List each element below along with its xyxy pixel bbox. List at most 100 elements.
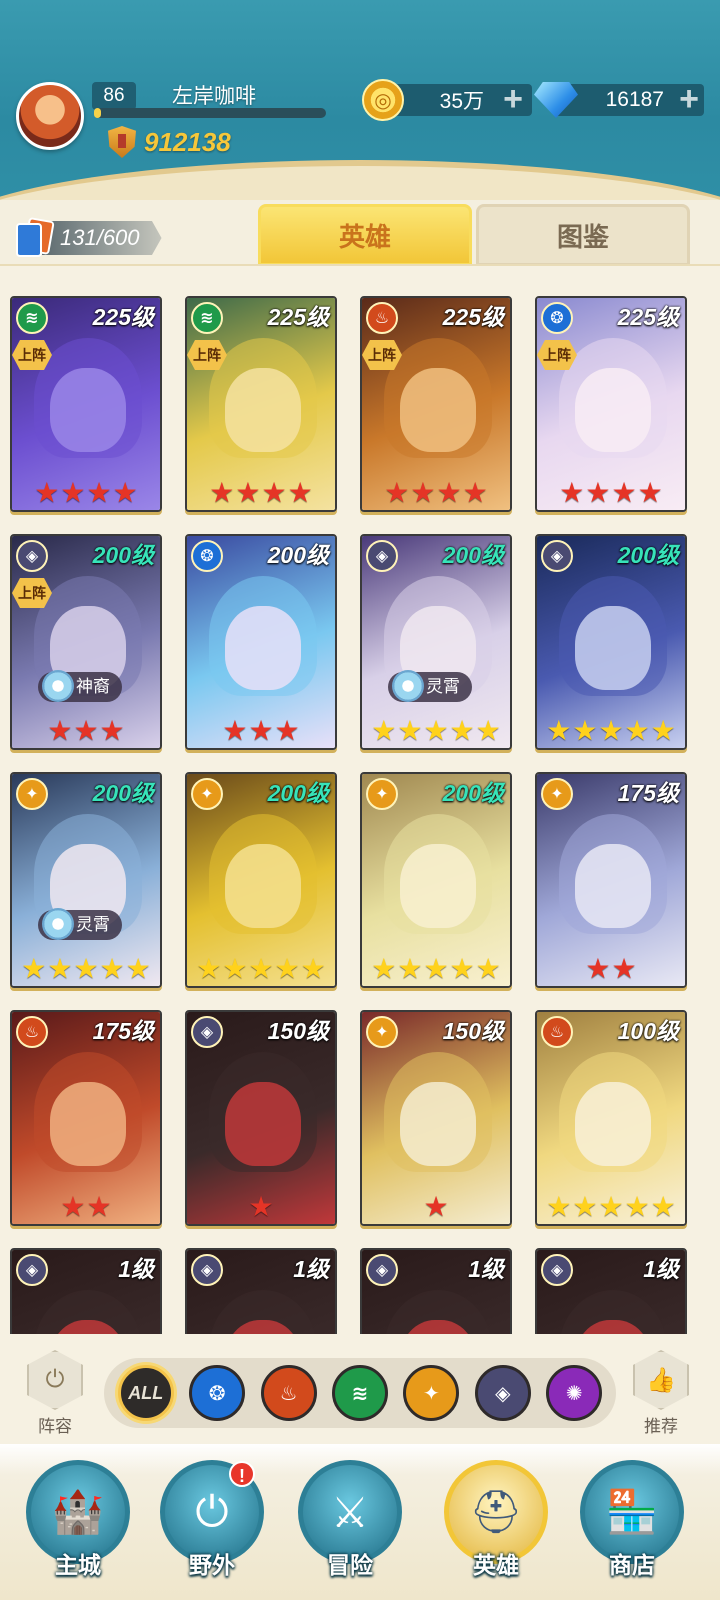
light-element-icon: ✦: [366, 778, 398, 810]
tab-heroes[interactable]: 英雄: [258, 204, 472, 266]
star-icon: ★: [598, 715, 624, 746]
star-icon: ★: [371, 715, 397, 746]
hero-card[interactable]: ◈ 200级 ★ ★ ★ ★ ★: [535, 534, 687, 750]
fire-element-icon: ♨: [16, 1016, 48, 1048]
nav-item-2[interactable]: ⚔ 冒险: [294, 1460, 406, 1600]
filter-arcane-icon[interactable]: ✺: [546, 1365, 603, 1421]
faction-icon: [42, 670, 74, 702]
tab-codex[interactable]: 图鉴: [476, 204, 690, 266]
hero-level: 1级: [293, 1256, 329, 1282]
hero-level: 150级: [267, 1018, 329, 1044]
hero-card[interactable]: ◈ 150级 ★: [185, 1010, 337, 1226]
hero-card[interactable]: ✦ 175级 ★ ★: [535, 772, 687, 988]
faction-label: 灵霄: [426, 677, 460, 696]
hero-card[interactable]: ♨ 100级 ★ ★ ★ ★ ★: [535, 1010, 687, 1226]
water-element-icon: ❂: [541, 302, 573, 334]
faction-label: 灵霄: [76, 915, 110, 934]
star-icon: ★: [248, 1191, 274, 1222]
star-icon: ★: [222, 953, 248, 984]
element-filters: ALL ❂ ♨ ≋ ✦ ◈ ✺: [104, 1358, 616, 1428]
hero-level: 200级: [442, 542, 504, 568]
star-rating: ★ ★ ★ ★: [187, 478, 335, 508]
hero-card[interactable]: ◈ 1级: [10, 1248, 162, 1334]
filter-dark-icon[interactable]: ◈: [474, 1365, 531, 1421]
star-icon: ★: [598, 1191, 624, 1222]
lineup-button[interactable]: ⏻ 阵容: [20, 1350, 90, 1442]
hero-level: 1级: [643, 1256, 679, 1282]
star-rating: ★: [362, 1192, 510, 1222]
star-icon: ★: [423, 1191, 449, 1222]
header: 86 左岸咖啡 912138 ◎ 35万 + 16187 +: [0, 0, 720, 200]
star-icon: ★: [371, 953, 397, 984]
add-gold-button[interactable]: +: [498, 82, 528, 116]
hero-card[interactable]: ≋ 225级 上阵 ★ ★ ★ ★: [10, 296, 162, 512]
star-icon: ★: [611, 477, 637, 508]
star-icon: ★: [73, 953, 99, 984]
light-element-icon: ✦: [16, 778, 48, 810]
faction-icon: [392, 670, 424, 702]
fire-element-icon: ♨: [366, 302, 398, 334]
star-rating: ★ ★ ★ ★ ★: [537, 716, 685, 746]
recommend-button[interactable]: 👍 推荐: [626, 1350, 696, 1442]
faction-badge: 灵霄: [388, 670, 472, 702]
nav-item-1[interactable]: ⏻! 野外: [156, 1460, 268, 1600]
light-element-icon: ✦: [541, 778, 573, 810]
thumbs-up-icon: 👍: [633, 1350, 689, 1410]
nav-item-3[interactable]: ⛑ 英雄: [440, 1460, 552, 1600]
star-icon: ★: [248, 953, 274, 984]
dark-element-icon: ◈: [16, 1254, 48, 1286]
cards-icon: [14, 217, 55, 259]
hero-card[interactable]: ◈ 1级: [535, 1248, 687, 1334]
player-avatar[interactable]: [16, 82, 84, 150]
star-icon: ★: [397, 953, 423, 984]
star-icon: ★: [86, 477, 112, 508]
filter-light-icon[interactable]: ✦: [403, 1365, 460, 1421]
hero-card[interactable]: ✦ 150级 ★: [360, 1010, 512, 1226]
star-icon: ★: [637, 477, 663, 508]
hero-card[interactable]: ◈ 1级: [360, 1248, 512, 1334]
star-icon: ★: [410, 477, 436, 508]
deployed-badge: 上阵: [12, 340, 52, 370]
diamond-value: 16187: [605, 88, 664, 111]
hero-card[interactable]: ❂ 200级 ★ ★ ★: [185, 534, 337, 750]
hero-level: 200级: [442, 780, 504, 806]
star-icon: ★: [462, 477, 488, 508]
hero-card[interactable]: ♨ 175级 ★ ★: [10, 1010, 162, 1226]
star-icon: ★: [559, 477, 585, 508]
combat-power: 912138: [108, 124, 231, 160]
star-rating: ★: [187, 1192, 335, 1222]
nav-item-4[interactable]: 🏪 商店: [576, 1460, 688, 1600]
notification-badge: !: [229, 1461, 255, 1487]
hero-card[interactable]: ◈ 1级: [185, 1248, 337, 1334]
player-info: 86 左岸咖啡: [92, 78, 332, 120]
filter-water-icon[interactable]: ❂: [189, 1365, 246, 1421]
star-icon: ★: [436, 477, 462, 508]
hero-grid: ≋ 225级 上阵 ★ ★ ★ ★ ≋ 225级 上阵 ★ ★ ★ ★ ♨ 225级 上阵 ★ ★ ★ ★ ❂ 225级 上阵…: [10, 296, 710, 1334]
hero-card[interactable]: ≋ 225级 上阵 ★ ★ ★ ★: [185, 296, 337, 512]
add-diamond-button[interactable]: +: [674, 82, 704, 116]
dark-element-icon: ◈: [191, 1254, 223, 1286]
hero-card[interactable]: ✦ 200级 灵霄 ★ ★ ★ ★ ★: [10, 772, 162, 988]
nav-label: 商店: [609, 1552, 655, 1578]
hero-grid-area[interactable]: ≋ 225级 上阵 ★ ★ ★ ★ ≋ 225级 上阵 ★ ★ ★ ★ ♨ 225级 上阵 ★ ★ ★ ★ ❂ 225级 上阵…: [0, 264, 720, 1334]
hero-card[interactable]: ✦ 200级 ★ ★ ★ ★ ★: [185, 772, 337, 988]
hero-level: 225级: [617, 304, 679, 330]
hero-card[interactable]: ◈ 200级 上阵 神裔 ★ ★ ★: [10, 534, 162, 750]
star-rating: ★ ★ ★ ★: [12, 478, 160, 508]
hero-card[interactable]: ♨ 225级 上阵 ★ ★ ★ ★: [360, 296, 512, 512]
hero-card[interactable]: ✦ 200级 ★ ★ ★ ★ ★: [360, 772, 512, 988]
filter-fire-icon[interactable]: ♨: [260, 1365, 317, 1421]
nav-item-0[interactable]: 🏰 主城: [22, 1460, 134, 1600]
star-icon: ★: [21, 953, 47, 984]
nav-label: 冒险: [327, 1552, 373, 1578]
hero-level: 100级: [617, 1018, 679, 1044]
star-icon: ★: [60, 477, 86, 508]
star-rating: ★ ★ ★: [187, 716, 335, 746]
deployed-badge: 上阵: [12, 578, 52, 608]
filter-all-button[interactable]: ALL: [117, 1365, 174, 1421]
hero-card[interactable]: ❂ 225级 上阵 ★ ★ ★ ★: [535, 296, 687, 512]
gold-resource: ◎ 35万 +: [362, 79, 532, 121]
star-icon: ★: [624, 715, 650, 746]
filter-wind-icon[interactable]: ≋: [331, 1365, 388, 1421]
hero-card[interactable]: ◈ 200级 灵霄 ★ ★ ★ ★ ★: [360, 534, 512, 750]
